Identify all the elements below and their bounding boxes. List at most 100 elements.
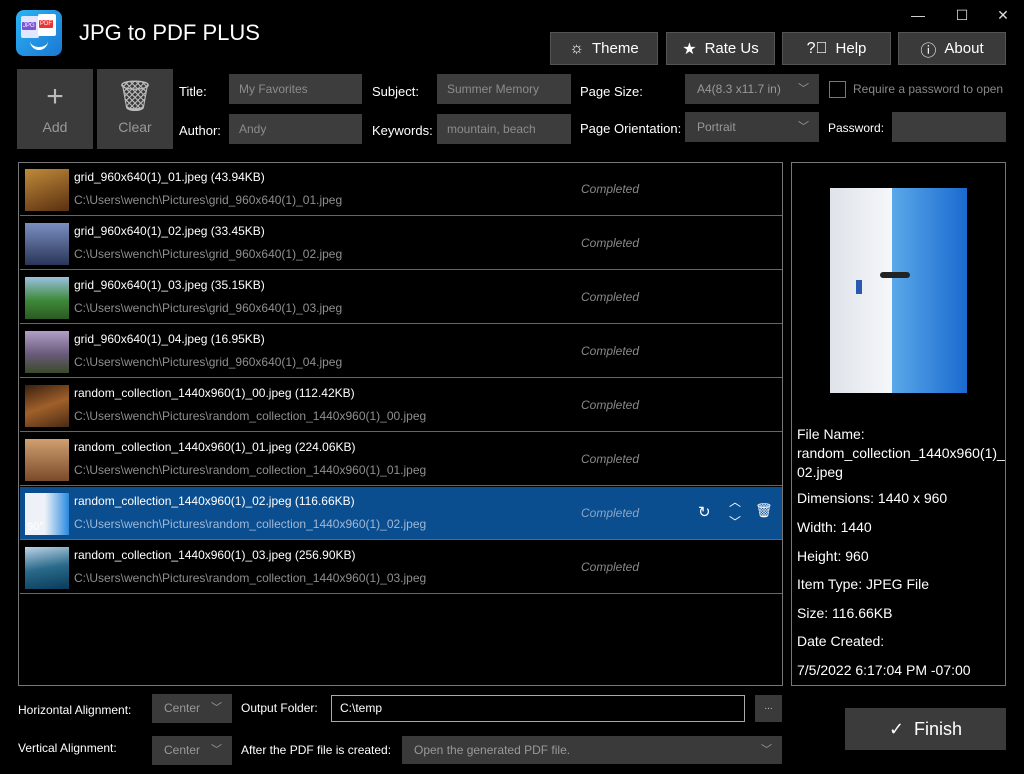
vertical-alignment-select[interactable]: Center ﹀ [152, 736, 232, 765]
vertical-alignment-value: Center [164, 743, 201, 757]
list-item[interactable]: grid_960x640(1)_01.jpeg (43.94KB) C:\Use… [20, 163, 782, 216]
list-item[interactable]: grid_960x640(1)_03.jpeg (35.15KB) C:\Use… [20, 271, 782, 324]
horizontal-alignment-value: Center [164, 701, 201, 715]
item-type-info: Item Type: JPEG File [797, 576, 930, 592]
output-folder-input[interactable]: C:\temp [331, 695, 745, 722]
list-item-selected[interactable]: 90° random_collection_1440x960(1)_02.jpe… [20, 487, 782, 540]
author-label: Author: [179, 123, 221, 138]
status-text: Completed [581, 182, 640, 196]
dimensions-info: Dimensions: 1440 x 960 [797, 490, 948, 506]
list-item[interactable]: random_collection_1440x960(1)_03.jpeg (2… [20, 541, 782, 594]
height-info: Height: 960 [797, 548, 869, 564]
plus-icon: + [46, 80, 64, 113]
file-name: random_collection_1440x960(1)_01.jpeg (2… [74, 440, 356, 454]
star-icon: ★ [682, 40, 697, 58]
file-name-value: random_collection_1440x960(1)_ [797, 445, 1005, 461]
close-button[interactable]: ✕ [983, 4, 1023, 26]
browse-button[interactable]: ... [755, 695, 782, 722]
horizontal-alignment-select[interactable]: Center ﹀ [152, 694, 232, 723]
status-text: Completed [581, 506, 640, 520]
file-name-label: File Name: [797, 426, 865, 442]
rate-us-button[interactable]: ★ Rate Us [666, 32, 775, 65]
preview-panel: File Name: random_collection_1440x960(1)… [791, 162, 1006, 686]
require-password-checkbox[interactable] [829, 81, 846, 98]
password-input[interactable] [892, 112, 1006, 142]
page-size-value: A4(8.3 x11.7 in) [697, 82, 781, 96]
thumbnail [25, 277, 69, 319]
after-pdf-label: After the PDF file is created: [241, 743, 392, 757]
file-name-value-2: 02.jpeg [797, 464, 843, 480]
theme-button[interactable]: ☼ Theme [550, 32, 658, 65]
page-orientation-label: Page Orientation: [580, 121, 682, 136]
file-name: grid_960x640(1)_03.jpeg (35.15KB) [74, 278, 265, 292]
minimize-button[interactable]: — [898, 4, 938, 26]
keywords-input[interactable]: mountain, beach [437, 114, 571, 144]
maximize-button[interactable]: ☐ [942, 4, 982, 26]
about-button[interactable]: ⓘ About [898, 32, 1006, 65]
theme-label: Theme [591, 40, 639, 57]
add-label: Add [42, 119, 68, 135]
status-text: Completed [581, 398, 640, 412]
rotate-icon[interactable]: ↻ [698, 503, 711, 521]
password-label: Password: [828, 121, 885, 135]
file-name: grid_960x640(1)_02.jpeg (33.45KB) [74, 224, 265, 238]
thumbnail [25, 385, 69, 427]
sun-icon: ☼ [569, 39, 584, 57]
chevron-down-icon: ﹀ [798, 121, 809, 133]
page-size-select[interactable]: A4(8.3 x11.7 in) ﹀ [685, 74, 819, 104]
file-list[interactable]: grid_960x640(1)_01.jpeg (43.94KB) C:\Use… [18, 162, 783, 686]
page-size-label: Page Size: [580, 84, 643, 99]
app-title: JPG to PDF PLUS [79, 20, 260, 45]
check-icon: ✓ [888, 718, 905, 739]
keywords-label: Keywords: [372, 123, 433, 138]
about-label: About [944, 40, 984, 57]
after-pdf-select[interactable]: Open the generated PDF file. ﹀ [402, 736, 782, 764]
title-input[interactable]: My Favorites [229, 74, 362, 104]
author-input[interactable]: Andy [229, 114, 362, 144]
list-item[interactable]: random_collection_1440x960(1)_00.jpeg (1… [20, 379, 782, 432]
pdf-label: PDF [39, 20, 53, 28]
chevron-down-icon: ﹀ [761, 744, 772, 756]
date-created-label: Date Created: [797, 633, 885, 649]
date-created-value: 7/5/2022 6:17:04 PM -07:00 [797, 662, 971, 678]
rate-us-label: Rate Us [704, 40, 759, 57]
add-button[interactable]: + Add [17, 69, 93, 149]
chevron-down-icon: ﹀ [211, 744, 222, 756]
status-text: Completed [581, 452, 640, 466]
horizontal-alignment-label: Horizontal Alignment: [18, 703, 132, 717]
rotation-badge: 90° [27, 521, 44, 533]
page-orientation-value: Portrait [697, 120, 736, 134]
thumbnail [25, 331, 69, 373]
list-item[interactable]: random_collection_1440x960(1)_01.jpeg (2… [20, 433, 782, 486]
require-password-label: Require a password to open [853, 82, 1004, 96]
status-text: Completed [581, 344, 640, 358]
file-path: C:\Users\wench\Pictures\random_collectio… [74, 409, 427, 423]
jpg-label: JPG [22, 22, 36, 30]
move-down-icon[interactable]: ﹀ [729, 513, 741, 530]
clear-button[interactable]: 🗑 Clear [97, 69, 173, 149]
list-item[interactable]: grid_960x640(1)_02.jpeg (33.45KB) C:\Use… [20, 217, 782, 270]
file-path: C:\Users\wench\Pictures\grid_960x640(1)_… [74, 301, 343, 315]
finish-button[interactable]: ✓ Finish [845, 708, 1006, 750]
info-icon: ⓘ [920, 42, 937, 60]
title-label: Title: [179, 84, 207, 99]
file-path: C:\Users\wench\Pictures\grid_960x640(1)_… [74, 247, 343, 261]
move-up-icon[interactable]: ︿ [729, 493, 741, 510]
file-path: C:\Users\wench\Pictures\grid_960x640(1)_… [74, 193, 343, 207]
file-name: random_collection_1440x960(1)_03.jpeg (2… [74, 548, 356, 562]
help-label: Help [835, 40, 867, 57]
delete-icon[interactable]: 🗑 [755, 502, 773, 519]
status-text: Completed [581, 290, 640, 304]
subject-input[interactable]: Summer Memory [437, 74, 571, 104]
trash-icon: 🗑 [115, 80, 155, 113]
width-info: Width: 1440 [797, 519, 872, 535]
file-path: C:\Users\wench\Pictures\random_collectio… [74, 463, 427, 477]
help-button[interactable]: ?⃝ Help [782, 32, 891, 65]
file-name: grid_960x640(1)_01.jpeg (43.94KB) [74, 170, 265, 184]
output-folder-label: Output Folder: [241, 701, 318, 715]
page-orientation-select[interactable]: Portrait ﹀ [685, 112, 819, 142]
preview-image [830, 188, 967, 393]
file-path: C:\Users\wench\Pictures\random_collectio… [74, 517, 427, 531]
file-path: C:\Users\wench\Pictures\grid_960x640(1)_… [74, 355, 343, 369]
list-item[interactable]: grid_960x640(1)_04.jpeg (16.95KB) C:\Use… [20, 325, 782, 378]
